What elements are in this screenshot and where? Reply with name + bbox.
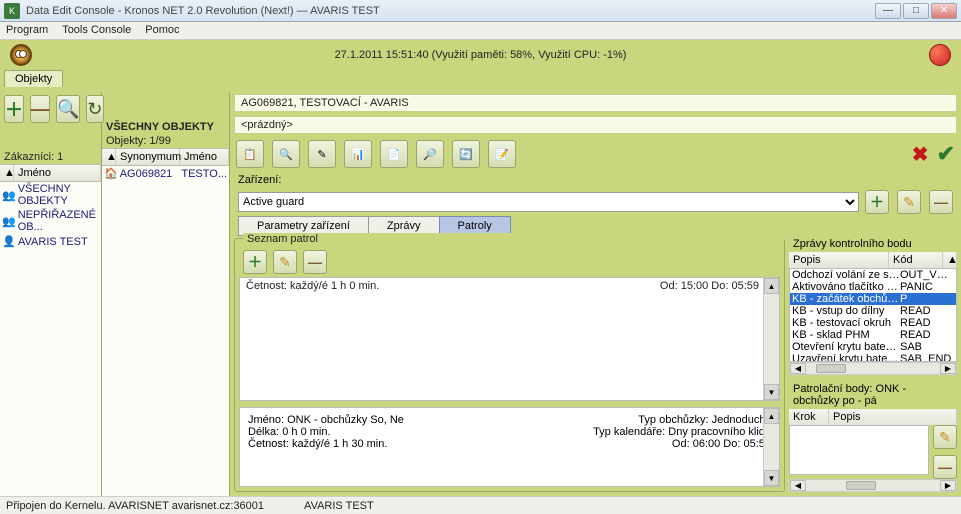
clipboard-search-icon[interactable]: 📋 xyxy=(236,140,264,168)
clipboard-find-icon[interactable]: 🔎 xyxy=(416,140,444,168)
menu-program[interactable]: Program xyxy=(6,24,48,37)
scroll-down-icon[interactable]: ▼ xyxy=(764,470,779,486)
window-title: Data Edit Console - Kronos NET 2.0 Revol… xyxy=(26,5,380,17)
minimize-button[interactable]: — xyxy=(875,3,901,19)
clipboard-edit-icon[interactable]: ✎ xyxy=(308,140,336,168)
owl-icon xyxy=(10,44,32,66)
h-scrollbar[interactable]: ◀ ▶ xyxy=(789,362,957,375)
customer-row[interactable]: 👥VŠECHNY OBJEKTY xyxy=(0,182,101,208)
add-button[interactable]: ＋ xyxy=(4,95,24,123)
sort-icon[interactable]: ▲ xyxy=(102,149,116,165)
point-edit-button[interactable]: ✎ xyxy=(933,425,957,449)
clipboard-refresh-icon[interactable]: 🔄 xyxy=(452,140,480,168)
status-connection: Připojen do Kernelu. AVARISNET avarisnet… xyxy=(6,500,264,512)
alert-orb-icon[interactable] xyxy=(929,44,951,66)
patrol-time-range: Od: 15:00 Do: 05:59 xyxy=(660,280,759,292)
message-row[interactable]: KB - sklad PHMREAD xyxy=(790,329,956,341)
patrol-time: Od: 06:00 Do: 05:59 xyxy=(510,438,772,450)
col-krok[interactable]: Krok xyxy=(789,409,829,425)
h-scrollbar[interactable]: ◀ ▶ xyxy=(789,479,957,492)
scroll-up-icon[interactable]: ▲ xyxy=(943,252,957,268)
scroll-up-icon[interactable]: ▲ xyxy=(764,278,779,294)
scroll-right-icon[interactable]: ▶ xyxy=(940,363,956,374)
message-row[interactable]: KB - vstup do dílnyREAD xyxy=(790,305,956,317)
patrol-name: Jméno: ONK - obchůzky So, Ne xyxy=(248,414,510,426)
clipboard-note-icon[interactable]: 📝 xyxy=(488,140,516,168)
seznam-patrol-label: Seznam patrol xyxy=(243,233,784,245)
customer-row[interactable]: 👤AVARIS TEST xyxy=(0,234,101,249)
object-empty-bar: <prázdný> xyxy=(234,116,957,134)
zarizeni-label: Zařízení: xyxy=(238,174,281,186)
zarizeni-select[interactable]: Active guard xyxy=(238,192,859,212)
patr-body-label: Patrolační body: ONK - obchůzky po - pá xyxy=(789,381,957,409)
app-icon: K xyxy=(4,3,20,19)
patrol-add-button[interactable]: ＋ xyxy=(243,250,267,274)
cancel-icon[interactable]: ✖ xyxy=(912,142,929,167)
customers-label: Zákazníci: 1 xyxy=(0,150,101,164)
scroll-left-icon[interactable]: ◀ xyxy=(790,363,806,374)
message-row[interactable]: Odchozí volání ze snímač...OUT_VOIC xyxy=(790,269,956,281)
col-popis[interactable]: Popis xyxy=(829,409,957,425)
clipboard-zoom-icon[interactable]: 🔍 xyxy=(272,140,300,168)
refresh-button[interactable]: ↻ xyxy=(86,95,103,123)
message-row[interactable]: Aktivováno tlačítko PANI...PANIC xyxy=(790,281,956,293)
calendar-type: Typ kalendáře: Dny pracovního klidu xyxy=(510,426,772,438)
clipboard-list-icon[interactable]: 📄 xyxy=(380,140,408,168)
menu-help[interactable]: Pomoc xyxy=(145,24,179,37)
col-kod[interactable]: Kód xyxy=(889,252,943,268)
scrollbar[interactable]: ▲ ▼ xyxy=(763,278,779,400)
status-customer: AVARIS TEST xyxy=(304,500,424,512)
confirm-icon[interactable]: ✔ xyxy=(937,141,955,167)
patrol-length: Délka: 0 h 0 min. xyxy=(248,426,510,438)
object-row[interactable]: 🏠AG069821TESTO... xyxy=(102,166,229,181)
col-popis[interactable]: Popis xyxy=(789,252,889,268)
device-add-button[interactable]: ＋ xyxy=(865,190,889,214)
scroll-left-icon[interactable]: ◀ xyxy=(790,480,806,491)
scroll-down-icon[interactable]: ▼ xyxy=(764,384,779,400)
top-status: 27.1.2011 15:51:40 (Využití paměti: 58%,… xyxy=(32,49,929,61)
col-synonymum[interactable]: Synonymum xyxy=(116,149,180,165)
object-title-bar: AG069821, TESTOVACÍ - AVARIS xyxy=(234,94,957,112)
close-button[interactable]: ✕ xyxy=(931,3,957,19)
mid-title: VŠECHNY OBJEKTY xyxy=(102,120,229,134)
patrol-type: Typ obchůzky: Jednoduchý xyxy=(510,414,772,426)
scroll-right-icon[interactable]: ▶ xyxy=(940,480,956,491)
patrol-remove-button[interactable]: — xyxy=(303,250,327,274)
search-button[interactable]: 🔍 xyxy=(56,95,80,123)
device-remove-button[interactable]: — xyxy=(929,190,953,214)
patrol-list[interactable]: Četnost: každý/é 1 h 0 min. Od: 15:00 Do… xyxy=(239,277,780,401)
tab-objekty[interactable]: Objekty xyxy=(4,70,63,87)
scroll-up-icon[interactable]: ▲ xyxy=(764,408,779,424)
scrollbar[interactable]: ▲ ▼ xyxy=(763,408,779,486)
col-jmeno[interactable]: Jméno xyxy=(180,149,229,165)
objects-count: Objekty: 1/99 xyxy=(102,134,229,148)
device-edit-button[interactable]: ✎ xyxy=(897,190,921,214)
message-row[interactable]: Otevření krytu baterie (a...SAB xyxy=(790,341,956,353)
menu-tools[interactable]: Tools Console xyxy=(62,24,131,37)
patrol-edit-button[interactable]: ✎ xyxy=(273,250,297,274)
message-row[interactable]: KB - začátek obchůzky (vrátnice)P xyxy=(790,293,956,305)
patrol-frequency: Četnost: každý/é 1 h 30 min. xyxy=(248,438,510,450)
patrol-points-list[interactable] xyxy=(789,425,929,475)
col-jmeno[interactable]: Jméno xyxy=(14,165,101,181)
message-row[interactable]: Uzavření krytu baterie (d...SAB_END xyxy=(790,353,956,362)
maximize-button[interactable]: □ xyxy=(903,3,929,19)
remove-button[interactable]: — xyxy=(30,95,50,123)
point-remove-button[interactable]: — xyxy=(933,455,957,479)
patrol-detail-box: Jméno: ONK - obchůzky So, Ne Délka: 0 h … xyxy=(239,407,780,487)
patrol-frequency: Četnost: každý/é 1 h 0 min. xyxy=(246,280,379,292)
customer-row[interactable]: 👥NEPŘIŘAZENÉ OB... xyxy=(0,208,101,234)
zpravy-kb-label: Zprávy kontrolního bodu xyxy=(789,236,957,252)
message-row[interactable]: KB - testovací okruhREAD xyxy=(790,317,956,329)
clipboard-chart-icon[interactable]: 📊 xyxy=(344,140,372,168)
sort-icon[interactable]: ▲ xyxy=(0,165,14,181)
